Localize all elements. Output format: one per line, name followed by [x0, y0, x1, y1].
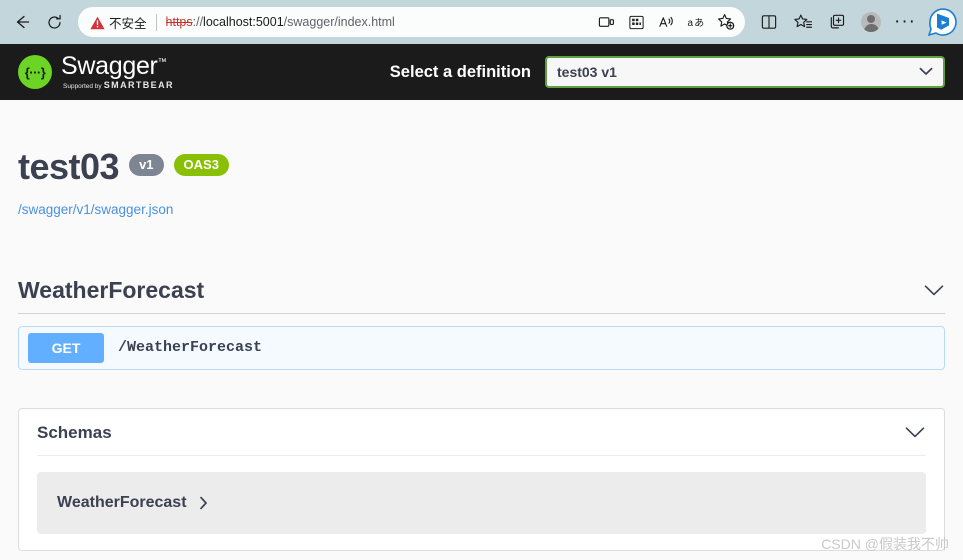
- swagger-tm: ™: [157, 56, 167, 67]
- schema-name: WeatherForecast: [57, 493, 187, 511]
- swagger-json-link[interactable]: /swagger/v1/swagger.json: [18, 202, 945, 217]
- url-separator: ://: [192, 15, 204, 29]
- operations-tag-section: WeatherForecast GET /WeatherForecast: [18, 277, 945, 370]
- chevron-down-icon: [919, 63, 933, 81]
- settings-ellipsis-icon[interactable]: ···: [889, 6, 921, 38]
- swagger-ui-page: test03 v1 OAS3 /swagger/v1/swagger.json …: [0, 100, 963, 560]
- warning-triangle-icon: [90, 16, 105, 29]
- back-arrow-icon: [13, 13, 31, 31]
- schema-item-row[interactable]: WeatherForecast: [37, 471, 926, 534]
- version-badge: v1: [129, 154, 164, 177]
- split-screen-pane-icon[interactable]: [753, 6, 785, 38]
- swagger-byline: Supported by SMARTBEAR: [63, 79, 174, 91]
- security-label: 不安全: [109, 16, 147, 31]
- add-favorite-icon[interactable]: [711, 8, 741, 36]
- tag-header[interactable]: WeatherForecast: [18, 277, 945, 314]
- page-title: test03: [18, 146, 120, 187]
- swagger-wordmark-block: Swagger™ Supported by SMARTBEAR: [61, 51, 174, 91]
- security-status[interactable]: 不安全: [90, 13, 147, 32]
- byline-prefix: Supported by: [63, 82, 102, 90]
- svg-text:あ: あ: [694, 17, 704, 29]
- address-bar-actions: a あ: [591, 8, 741, 36]
- back-button[interactable]: [6, 6, 38, 38]
- copilot-bing-icon[interactable]: [923, 5, 957, 39]
- chevron-down-icon[interactable]: [923, 284, 945, 297]
- url-text: https://localhost:5001/swagger/index.htm…: [166, 15, 395, 29]
- schemas-section: Schemas WeatherForecast: [18, 407, 945, 551]
- swagger-wordmark: Swagger™: [61, 51, 174, 80]
- ellipsis-glyph: ···: [894, 11, 916, 32]
- byline-brand: SMARTBEAR: [103, 79, 174, 90]
- swagger-content: test03 v1 OAS3 /swagger/v1/swagger.json …: [0, 100, 963, 551]
- translate-icon[interactable]: a あ: [681, 8, 711, 36]
- refresh-icon: [46, 14, 63, 31]
- url-scheme: https: [165, 15, 193, 29]
- chevron-right-icon[interactable]: [199, 496, 208, 510]
- definition-label: Select a definition: [389, 62, 531, 81]
- profile-avatar-icon[interactable]: [855, 6, 887, 38]
- url-host: localhost:5001: [203, 15, 284, 29]
- definition-selector-group: Select a definition test03 v1: [390, 56, 945, 88]
- browser-toolbar: 不安全 https://localhost:5001/swagger/index…: [0, 0, 963, 44]
- swagger-topbar: {···} Swagger™ Supported by SMARTBEAR Se…: [0, 44, 963, 100]
- url-path: /swagger/index.html: [283, 15, 395, 29]
- chevron-down-icon[interactable]: [904, 426, 926, 439]
- split-screen-icon[interactable]: [591, 8, 621, 36]
- definition-select[interactable]: test03 v1: [545, 56, 945, 88]
- favorites-icon[interactable]: [787, 6, 819, 38]
- api-info-block: test03 v1 OAS3 /swagger/v1/swagger.json: [18, 100, 945, 217]
- swagger-wordmark-text: Swagger: [61, 51, 158, 80]
- avatar: [861, 12, 881, 32]
- definition-select-value: test03 v1: [557, 64, 617, 80]
- read-aloud-icon[interactable]: [651, 8, 681, 36]
- refresh-button[interactable]: [38, 6, 70, 38]
- collections-icon[interactable]: [821, 6, 853, 38]
- tag-title: WeatherForecast: [18, 276, 205, 303]
- svg-text:a: a: [687, 18, 693, 29]
- operation-path: /WeatherForecast: [118, 339, 263, 357]
- address-bar[interactable]: 不安全 https://localhost:5001/swagger/index…: [78, 7, 745, 37]
- address-divider: [155, 13, 157, 31]
- schemas-title: Schemas: [37, 422, 112, 442]
- schemas-header[interactable]: Schemas: [37, 409, 926, 456]
- api-title-row: test03 v1 OAS3: [18, 148, 945, 186]
- apps-grid-icon[interactable]: [621, 8, 651, 36]
- swagger-logo[interactable]: {···} Swagger™ Supported by SMARTBEAR: [18, 51, 174, 91]
- oas-version-badge: OAS3: [173, 154, 229, 177]
- operation-method-badge: GET: [28, 332, 104, 363]
- operation-row[interactable]: GET /WeatherForecast: [18, 325, 945, 370]
- swagger-mark-glyph: {···}: [24, 64, 46, 80]
- swagger-mark-icon: {···}: [18, 55, 52, 89]
